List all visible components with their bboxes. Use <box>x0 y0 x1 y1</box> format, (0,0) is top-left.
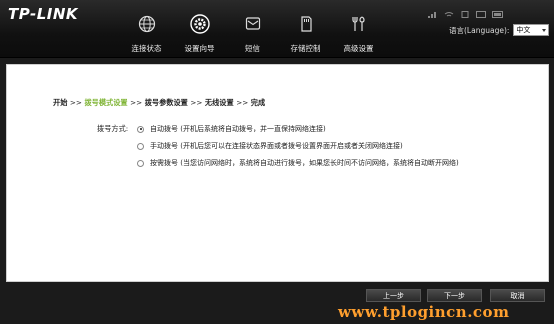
language-area: 语言(Language): 中文 <box>449 24 550 36</box>
tp-link-logo: TP-LINK <box>8 5 79 23</box>
cancel-button[interactable]: 取消 <box>490 289 545 302</box>
breadcrumb-wireless: 无线设置 <box>204 98 234 107</box>
breadcrumb-separator: >> <box>69 98 82 107</box>
prev-button[interactable]: 上一步 <box>366 289 421 302</box>
signal-icon <box>428 3 438 18</box>
nav-label: 短信 <box>245 44 260 53</box>
option-text: 自动拨号 (开机后系统将自动拨号，并一直保持网络连接) <box>150 125 326 133</box>
breadcrumb-dial-mode: 拨号模式设置 <box>84 98 128 107</box>
wifi-icon <box>444 3 454 17</box>
site-watermark: www.tplogincn.com <box>338 303 510 321</box>
radio-auto-dial[interactable] <box>137 125 144 133</box>
language-label: 语言(Language): <box>449 25 510 35</box>
globe-icon <box>137 14 157 34</box>
nav-item-connection-status[interactable]: 连接状态 <box>120 14 173 54</box>
option-on-demand-dial[interactable]: 按需拨号 (当您访问网络时，系统将自动进行拨号，如果您长时间不访问网络，系统将自… <box>137 158 459 168</box>
breadcrumb-separator: >> <box>236 98 249 107</box>
battery-icon <box>492 3 503 18</box>
breadcrumb-separator: >> <box>190 98 203 107</box>
gear-icon <box>189 14 210 34</box>
nav-label: 设置向导 <box>184 44 215 53</box>
option-manual-dial[interactable]: 手动拨号 (开机后您可以在连接状态界面或者拨号设置界面开启或者关闭网络连接) <box>137 141 403 151</box>
nav-item-setup-wizard[interactable]: 设置向导 <box>173 14 226 54</box>
breadcrumb: 开始 >> 拨号模式设置 >> 拨号参数设置 >> 无线设置 >> 完成 <box>53 98 265 108</box>
breadcrumb-separator: >> <box>130 98 143 107</box>
sim-icon <box>460 3 470 18</box>
content-panel: 开始 >> 拨号模式设置 >> 拨号参数设置 >> 无线设置 >> 完成 拨号方… <box>6 64 549 282</box>
status-icons <box>428 3 503 18</box>
nav-item-storage[interactable]: 存储控制 <box>279 14 332 54</box>
option-auto-dial[interactable]: 自动拨号 (开机后系统将自动拨号，并一直保持网络连接) <box>137 124 326 134</box>
radio-manual-dial[interactable] <box>137 142 144 150</box>
nav-item-sms[interactable]: 短信 <box>226 14 279 54</box>
breadcrumb-dial-params: 拨号参数设置 <box>144 98 188 107</box>
envelope-icon <box>243 14 263 34</box>
breadcrumb-start: 开始 <box>53 98 68 107</box>
nav-label: 连接状态 <box>131 44 162 53</box>
next-button[interactable]: 下一步 <box>427 289 482 302</box>
chevron-down-icon <box>542 28 547 32</box>
nav-label: 存储控制 <box>290 44 321 53</box>
language-value: 中文 <box>516 26 531 34</box>
option-text: 手动拨号 (开机后您可以在连接状态界面或者拨号设置界面开启或者关闭网络连接) <box>150 142 403 150</box>
sd-card-icon <box>296 14 316 34</box>
dial-mode-label: 拨号方式: <box>97 124 129 133</box>
message-icon <box>476 3 486 18</box>
nav-label: 高级设置 <box>343 44 374 53</box>
main-nav: 连接状态 设置向导 短信 存储控制 高级设置 <box>120 14 385 54</box>
tools-icon <box>349 14 369 34</box>
breadcrumb-finish: 完成 <box>250 98 266 107</box>
language-select[interactable]: 中文 <box>513 24 550 36</box>
nav-item-advanced[interactable]: 高级设置 <box>332 14 385 54</box>
option-text: 按需拨号 (当您访问网络时，系统将自动进行拨号，如果您长时间不访问网络，系统将自… <box>150 159 459 167</box>
radio-on-demand-dial[interactable] <box>137 159 144 167</box>
top-header: TP-LINK 连接状态 设置向导 短信 存储控制 高级设置 语言(Langua… <box>0 0 554 58</box>
